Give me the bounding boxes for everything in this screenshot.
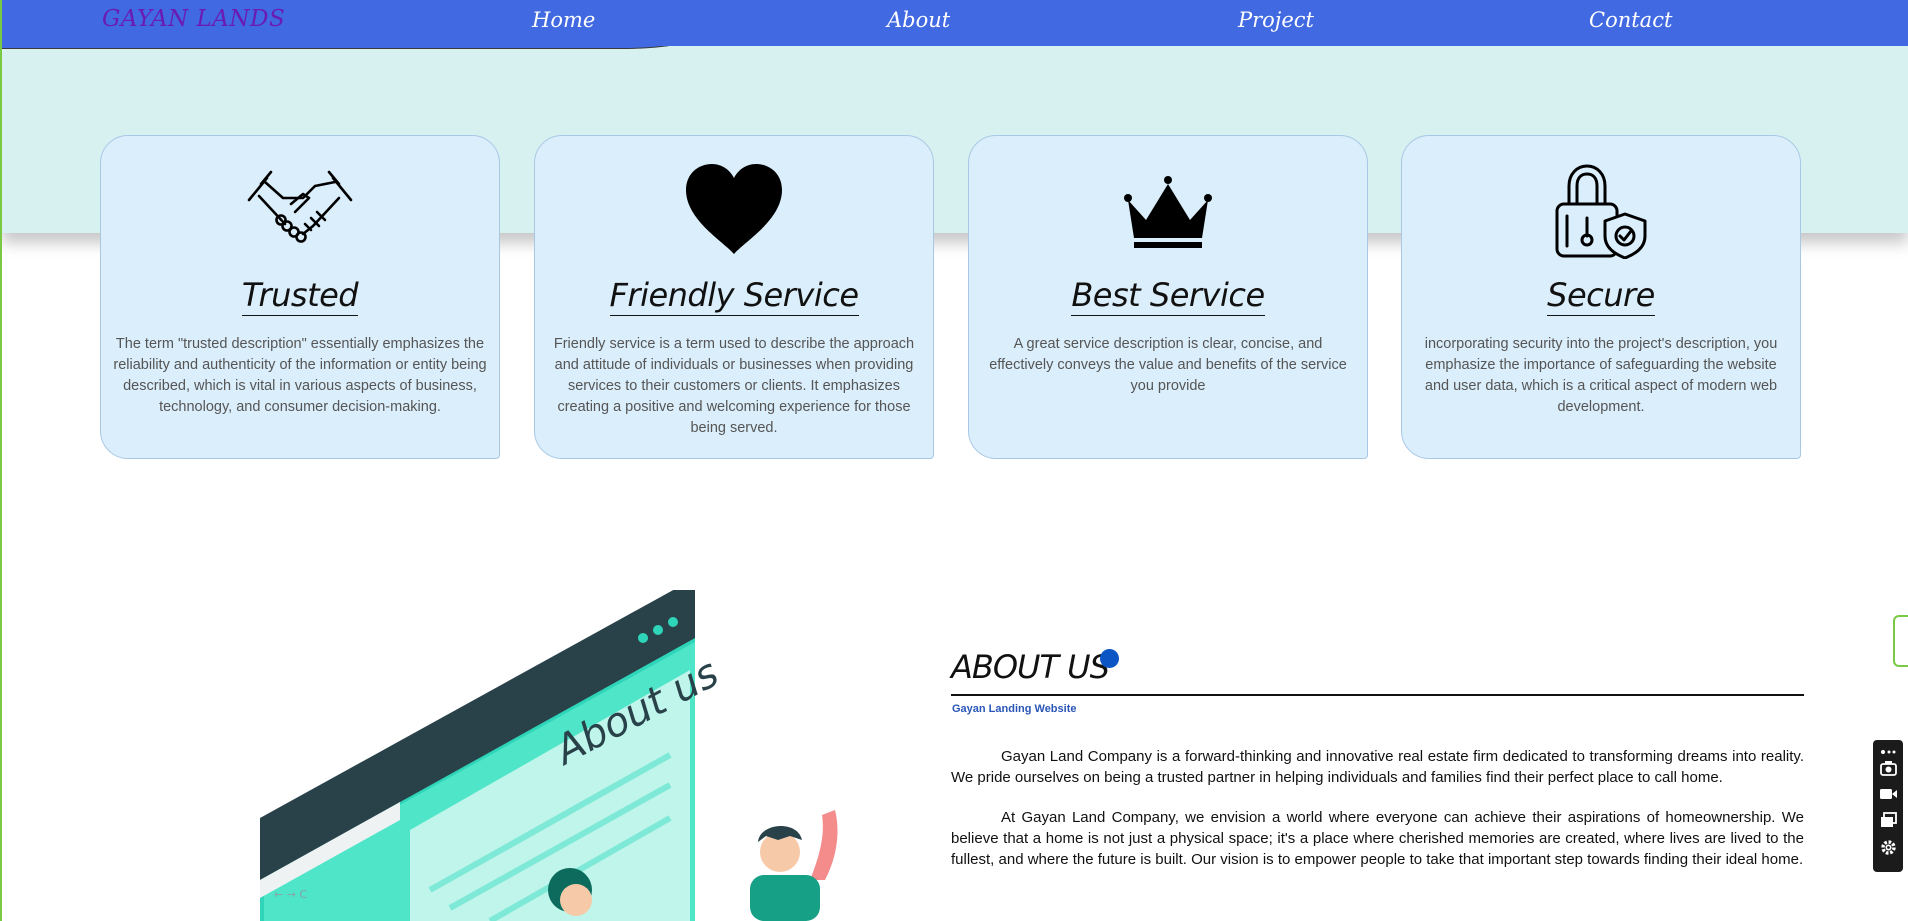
feature-card-best-service: Best Service A great service description…: [968, 135, 1368, 459]
lock-shield-icon: [1402, 164, 1800, 259]
nav-link-home[interactable]: Home: [532, 8, 595, 32]
about-us-illustration: ← → C About us: [260, 590, 838, 921]
card-description: incorporating security into the project'…: [1424, 336, 1778, 415]
card-description: A great service description is clear, co…: [989, 336, 1347, 394]
handshake-icon: [101, 164, 499, 259]
navbar: GAYAN LANDS Home About Project Contact: [2, 0, 1908, 46]
svg-text:← → C: ← → C: [274, 888, 307, 901]
window-capture-icon[interactable]: [1880, 812, 1897, 828]
about-divider: [951, 694, 1804, 696]
card-title: Trusted: [241, 276, 359, 316]
nav-link-project[interactable]: Project: [1238, 8, 1314, 32]
card-title: Best Service: [1071, 276, 1265, 316]
nav-link-contact[interactable]: Contact: [1589, 8, 1672, 32]
feature-card-secure: Secure incorporating security into the p…: [1401, 135, 1801, 459]
about-paragraph-2: At Gayan Land Company, we envision a wor…: [951, 809, 1804, 868]
about-accent-dot: [1100, 649, 1119, 668]
gear-icon[interactable]: [1880, 839, 1897, 855]
video-record-icon[interactable]: [1880, 786, 1897, 802]
feature-card-friendly-service: Friendly Service Friendly service is a t…: [534, 135, 934, 459]
nav-link-about[interactable]: About: [887, 8, 950, 32]
card-title: Friendly Service: [609, 276, 859, 316]
pin-icon[interactable]: [1880, 744, 1897, 754]
about-subtitle: Gayan Landing Website: [952, 703, 1077, 715]
camera-icon[interactable]: [1880, 760, 1897, 776]
card-description: Friendly service is a term used to descr…: [553, 336, 915, 436]
about-paragraph-1: Gayan Land Company is a forward-thinking…: [951, 748, 1804, 786]
about-us-heading: ABOUT US: [951, 648, 1110, 686]
card-description: The term "trusted description" essential…: [113, 336, 487, 415]
screen-capture-toolbar: [1873, 740, 1903, 872]
crown-icon: [969, 164, 1367, 259]
feature-card-trusted: Trusted The term "trusted description" e…: [100, 135, 500, 459]
left-window-edge: [0, 0, 2, 921]
brand-logo[interactable]: GAYAN LANDS: [102, 6, 285, 32]
side-extension-tab[interactable]: [1893, 615, 1908, 667]
card-title: Secure: [1547, 276, 1655, 316]
heart-icon: [535, 164, 933, 259]
